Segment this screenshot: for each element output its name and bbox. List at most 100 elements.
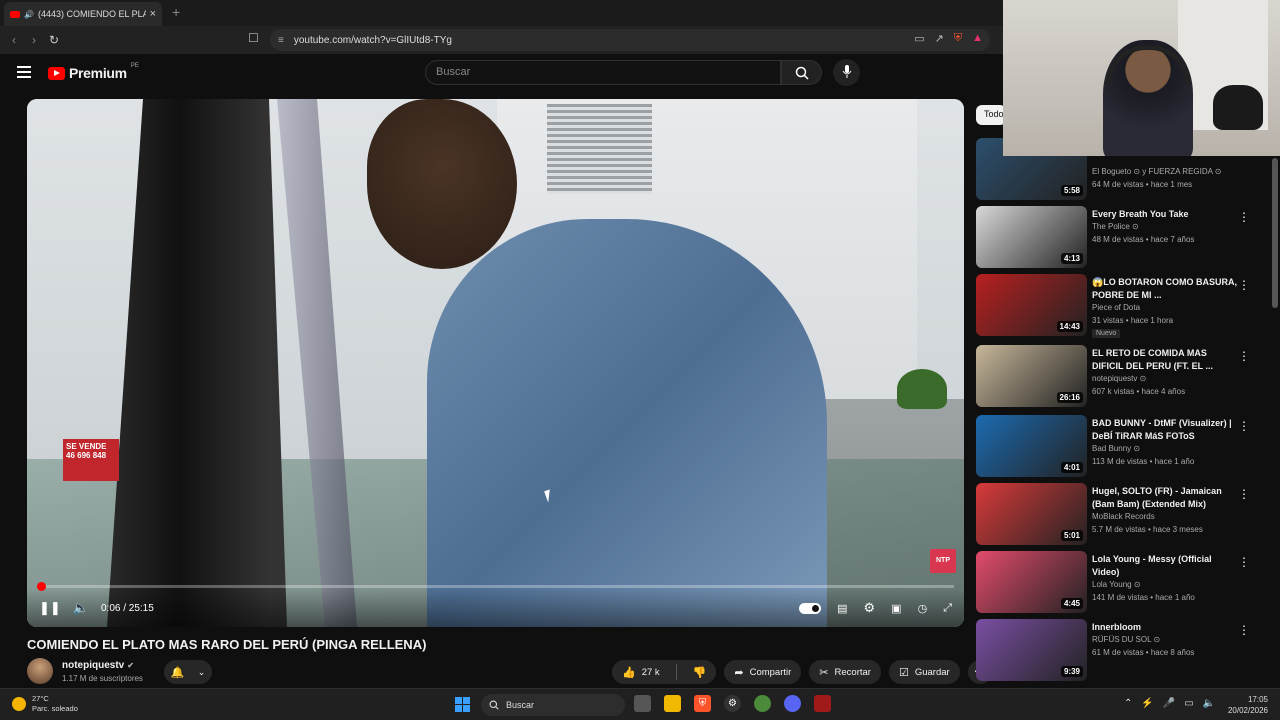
recommendation-item[interactable]: 14:43 😱LO BOTARON COMO BASURA, POBRE DE M… <box>976 274 1276 340</box>
recommendation-channel[interactable]: RÜFÜS DU SOL ⊙ <box>1092 635 1160 644</box>
discord-icon[interactable] <box>784 695 801 712</box>
sidebar-scrollbar[interactable] <box>1272 158 1278 308</box>
microphone-icon[interactable]: 🎤 <box>1163 698 1175 709</box>
site-settings-icon[interactable]: ≡ <box>278 35 284 46</box>
video-frame-bush <box>897 369 947 409</box>
recommendation-channel[interactable]: Lola Young ⊙ <box>1092 580 1141 589</box>
app-icon-chrome[interactable] <box>754 695 771 712</box>
search-input[interactable]: Buscar <box>425 60 781 85</box>
recommendation-channel[interactable]: Piece of Dota <box>1092 303 1140 312</box>
video-frame-person <box>427 219 827 627</box>
app-icon-red[interactable] <box>814 695 831 712</box>
volume-icon[interactable]: 🔈 <box>1203 698 1215 709</box>
more-vert-icon[interactable]: ⋮ <box>1238 487 1250 501</box>
recommendation-channel[interactable]: notepiquestv ⊙ <box>1092 374 1146 383</box>
recommendation-title[interactable]: Lola Young - Messy (Official Video) <box>1092 553 1240 579</box>
bookmark-icon[interactable]: ☐ <box>248 31 259 45</box>
menu-icon[interactable] <box>17 66 31 78</box>
search-button[interactable] <box>781 60 822 85</box>
close-tab-icon[interactable]: × <box>150 8 156 20</box>
volume-icon[interactable]: 🔈 <box>73 600 89 616</box>
recommendation-channel[interactable]: El Bogueto ⊙ y FUERZA REGIDA ⊙ <box>1092 167 1221 176</box>
voice-search-button[interactable] <box>833 59 860 86</box>
fullscreen-icon[interactable]: ⤢ <box>943 602 952 615</box>
recommendation-item[interactable]: 4:13 Every Breath You Take The Police ⊙ 48 … <box>976 206 1276 272</box>
task-view-icon[interactable] <box>634 695 651 712</box>
reload-icon[interactable]: ↻ <box>44 30 64 50</box>
filter-chip-all[interactable]: Todos <box>976 105 1006 125</box>
like-button[interactable]: 👍 27 k <box>612 660 670 684</box>
clock-time: 17:05 <box>1247 695 1268 704</box>
more-vert-icon[interactable]: ⋮ <box>1238 419 1250 433</box>
clip-button[interactable]: ✂ Recortar <box>809 660 881 684</box>
brave-shield-icon[interactable]: ⛨ <box>954 32 962 45</box>
channel-name-container[interactable]: notepiquestv ✔ <box>62 660 134 671</box>
miniplayer-icon[interactable]: ▣ <box>891 602 901 615</box>
more-vert-icon[interactable]: ⋮ <box>1238 349 1250 363</box>
video-player[interactable]: SE VENDE 46 696 848 NTP ❚❚ 🔈 0:06 / 25:1… <box>27 99 964 627</box>
speaker-icon[interactable]: 🔊 <box>24 10 34 19</box>
brave-browser-icon[interactable]: ⛨ <box>694 695 711 712</box>
pause-icon[interactable]: ❚❚ <box>39 600 61 616</box>
video-thumbnail[interactable]: 9:39 <box>976 619 1087 681</box>
taskbar-clock[interactable]: 17:05 20/02/2026 <box>1228 694 1268 716</box>
recommendation-title[interactable]: 😱LO BOTARON COMO BASURA, POBRE DE MI ... <box>1092 276 1240 302</box>
brave-rewards-icon[interactable]: ▲ <box>972 32 983 45</box>
recommendation-item[interactable]: 4:01 BAD BUNNY - DtMF (Visualizer) | DeBÍ… <box>976 415 1276 481</box>
video-thumbnail[interactable]: 5:01 <box>976 483 1087 545</box>
new-tab-button[interactable]: + <box>172 4 180 20</box>
recommendation-title[interactable]: Innerbloom <box>1092 621 1240 634</box>
cast-icon[interactable]: ◷ <box>918 602 928 615</box>
video-thumbnail[interactable]: 4:01 <box>976 415 1087 477</box>
more-vert-icon[interactable]: ⋮ <box>1238 555 1250 569</box>
video-thumbnail[interactable]: 4:13 <box>976 206 1087 268</box>
chevron-up-icon[interactable]: ⌃ <box>1124 698 1132 709</box>
windows-start-icon[interactable] <box>455 697 470 712</box>
video-thumbnail[interactable]: 14:43 <box>976 274 1087 336</box>
channel-name[interactable]: notepiquestv <box>62 660 124 671</box>
dislike-button[interactable]: 👎 <box>683 660 717 684</box>
recommendation-channel[interactable]: The Police ⊙ <box>1092 222 1139 231</box>
app-icon-generic[interactable]: ⚙ <box>724 695 741 712</box>
recommendation-channel[interactable]: Bad Bunny ⊙ <box>1092 444 1140 453</box>
share-icon[interactable]: ↗ <box>935 32 944 45</box>
cast-icon[interactable]: ▭ <box>914 32 924 45</box>
more-vert-icon[interactable]: ⋮ <box>1238 623 1250 637</box>
recommendation-item[interactable]: 26:16 EL RETO DE COMIDA MAS DIFICIL DEL P… <box>976 345 1276 411</box>
scissors-icon: ✂ <box>819 666 829 679</box>
save-button[interactable]: ☑ Guardar <box>888 660 960 684</box>
settings-icon[interactable]: ⚙ <box>864 600 876 616</box>
thumbs-down-icon: 👎 <box>692 666 707 679</box>
progress-bar[interactable] <box>36 582 954 591</box>
file-explorer-icon[interactable] <box>664 695 681 712</box>
autoplay-toggle[interactable] <box>799 602 822 614</box>
recommendation-meta: 607 k vistas • hace 4 años <box>1092 387 1186 396</box>
video-thumbnail[interactable]: 4:45 <box>976 551 1087 613</box>
channel-avatar[interactable] <box>27 658 53 684</box>
weather-widget[interactable]: 27°C Parc. soleado <box>12 694 78 714</box>
recommendation-item[interactable]: 9:39 Innerbloom RÜFÜS DU SOL ⊙ 61 M de vist… <box>976 619 1276 685</box>
subtitles-icon[interactable]: ▤ <box>837 602 847 615</box>
more-vert-icon[interactable]: ⋮ <box>1238 210 1250 224</box>
channel-watermark[interactable]: NTP <box>930 549 956 573</box>
back-icon[interactable]: ‹ <box>4 30 24 50</box>
recommendation-title[interactable]: BAD BUNNY - DtMF (Visualizer) | DeBÍ TiR… <box>1092 417 1240 443</box>
more-vert-icon[interactable]: ⋮ <box>1238 278 1250 292</box>
recommendation-title[interactable]: Every Breath You Take <box>1092 208 1240 221</box>
recommendation-item[interactable]: 5:01 Hugel, SOLTO (FR) - Jamaican (Bam Ba… <box>976 483 1276 549</box>
share-button[interactable]: ➦ Compartir <box>724 660 802 684</box>
network-off-icon[interactable]: ⚡ <box>1141 698 1153 709</box>
recommendation-title[interactable]: EL RETO DE COMIDA MAS DIFICIL DEL PERU (… <box>1092 347 1240 373</box>
forward-icon[interactable]: › <box>24 30 44 50</box>
recommendation-title[interactable]: Hugel, SOLTO (FR) - Jamaican (Bam Bam) (… <box>1092 485 1240 511</box>
recommendation-item[interactable]: 4:45 Lola Young - Messy (Official Video) L… <box>976 551 1276 617</box>
url-field[interactable]: ≡ youtube.com/watch?v=GlIUtd8-TYg <box>270 29 990 51</box>
recommendation-meta: 61 M de vistas • hace 8 años <box>1092 648 1195 657</box>
monitor-icon[interactable]: ▭ <box>1184 698 1193 709</box>
taskbar-search[interactable]: Buscar <box>481 694 625 716</box>
recommendation-channel[interactable]: MoBlack Records <box>1092 512 1155 521</box>
browser-tab[interactable]: 🔊 (4443) COMIENDO EL PLATO × <box>4 2 162 26</box>
notifications-button[interactable]: 🔔 ⌄ <box>164 660 212 684</box>
video-thumbnail[interactable]: 26:16 <box>976 345 1087 407</box>
youtube-logo[interactable]: Premium PE <box>48 63 139 81</box>
